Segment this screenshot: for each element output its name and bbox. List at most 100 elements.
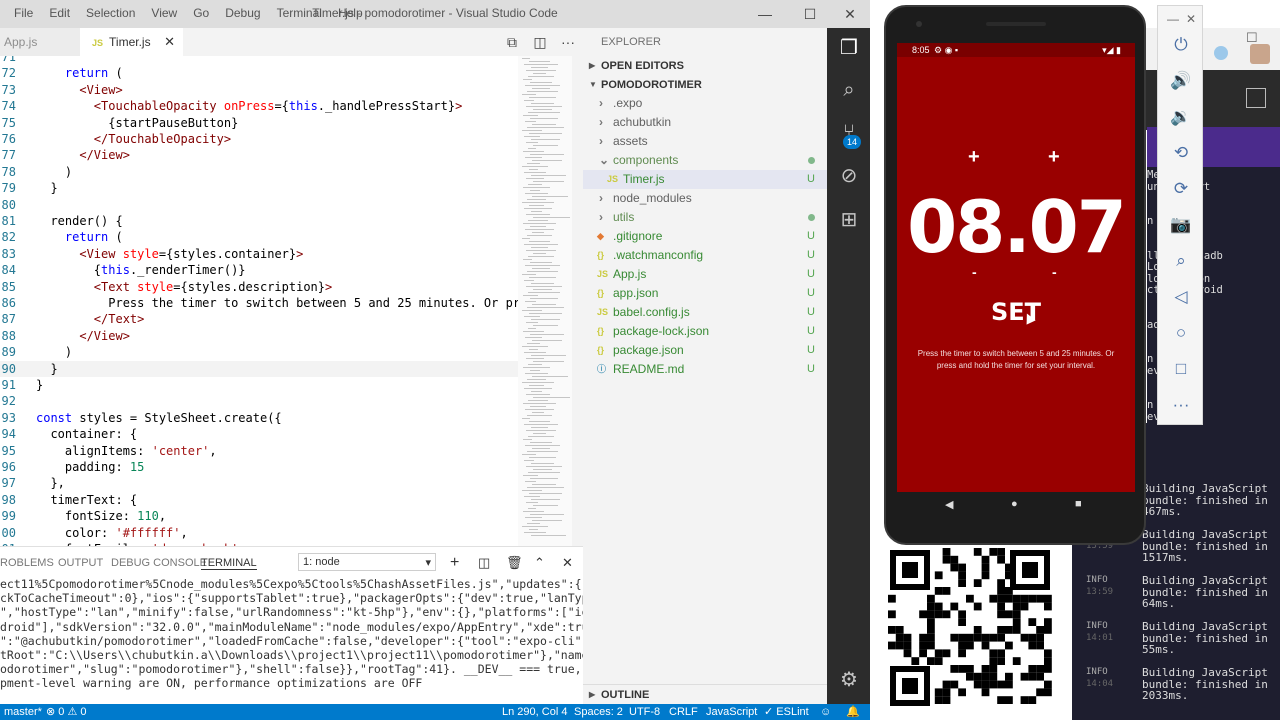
debug-icon[interactable]: ⊘ bbox=[837, 164, 861, 188]
code-line[interactable]: 79 } bbox=[0, 180, 572, 196]
back-icon[interactable]: ◁ bbox=[1170, 286, 1192, 308]
code-line[interactable]: 95 alignItems: 'center', bbox=[0, 443, 572, 459]
decrease-minutes-button[interactable]: - bbox=[972, 264, 977, 280]
extensions-icon[interactable]: ⊞ bbox=[837, 208, 861, 232]
explorer-item[interactable]: › assets bbox=[583, 132, 827, 151]
set-button[interactable]: SET bbox=[897, 298, 1135, 326]
volume-up-icon[interactable]: 🔊 bbox=[1170, 70, 1192, 92]
code-line[interactable]: 76 </TouchableOpacity> bbox=[0, 131, 572, 147]
branch-status[interactable]: master* bbox=[4, 704, 42, 720]
encoding-status[interactable]: UTF-8 bbox=[629, 704, 660, 720]
close-emulator-icon[interactable]: ✕ bbox=[1180, 8, 1202, 30]
code-line[interactable]: 98 timerText: { bbox=[0, 492, 572, 508]
smiley-icon[interactable]: ☺ bbox=[820, 704, 831, 720]
timer-display[interactable]: 08.07 bbox=[897, 185, 1135, 269]
explorer-item[interactable]: {} app.json U bbox=[583, 284, 827, 303]
menu-terminal[interactable]: Terminal bbox=[269, 6, 330, 20]
eol-status[interactable]: CRLF bbox=[669, 704, 698, 720]
code-line[interactable]: 86 Press the timer to switch between 5 a… bbox=[0, 295, 572, 311]
gear-icon[interactable]: ⚙ bbox=[837, 668, 861, 692]
code-line[interactable]: 74 <TouchableOpacity onPress={this._hand… bbox=[0, 98, 572, 114]
code-line[interactable]: 93 const styles = StyleSheet.create({ bbox=[0, 410, 572, 426]
code-line[interactable]: 91} bbox=[0, 377, 572, 393]
code-line[interactable]: 71 bbox=[0, 56, 572, 65]
code-line[interactable]: 84 {this._renderTimer()} bbox=[0, 262, 572, 278]
trash-icon[interactable]: 🗑 bbox=[506, 555, 523, 571]
zoom-icon[interactable]: ⌕ bbox=[1170, 250, 1192, 272]
code-line[interactable]: 73 <View> bbox=[0, 82, 572, 98]
home-icon[interactable]: ● bbox=[1011, 498, 1018, 510]
explorer-item[interactable]: JS Timer.js U bbox=[583, 170, 827, 189]
explorer-item[interactable]: › utils bbox=[583, 208, 827, 227]
code-line[interactable]: 99 fontSize: 110, bbox=[0, 508, 572, 524]
split-terminal-icon[interactable]: ◫ bbox=[478, 555, 490, 571]
code-line[interactable]: 88 </View> bbox=[0, 328, 572, 344]
code-line[interactable]: 78 ) bbox=[0, 164, 572, 180]
code-line[interactable]: 80 bbox=[0, 197, 572, 213]
code-line[interactable]: 82 return ( bbox=[0, 229, 572, 245]
code-line[interactable]: 83 <View style={styles.container}> bbox=[0, 246, 572, 262]
explorer-item[interactable]: ⌄ components bbox=[583, 151, 827, 170]
code-editor[interactable]: 71 72 return (73 <View> 74 <TouchableOpaci… bbox=[0, 56, 572, 546]
recents-icon[interactable]: ■ bbox=[1075, 498, 1082, 510]
code-line[interactable]: 96 padding: 15 bbox=[0, 459, 572, 475]
code-line[interactable]: 00 color: '#ffffff', bbox=[0, 525, 572, 541]
explorer-item[interactable]: {} .watchmanconfig U bbox=[583, 246, 827, 265]
code-line[interactable]: 72 return ( bbox=[0, 65, 572, 81]
menu-file[interactable]: File bbox=[0, 6, 41, 20]
overview-icon[interactable]: □ bbox=[1170, 358, 1192, 380]
indentation-status[interactable]: Spaces: 2 bbox=[574, 704, 623, 720]
code-line[interactable]: 87 </Text> bbox=[0, 311, 572, 327]
language-status[interactable]: JavaScript bbox=[706, 704, 757, 720]
editor-scrollbar[interactable] bbox=[572, 56, 583, 546]
skype-icon[interactable] bbox=[1214, 46, 1228, 60]
tab-problems[interactable]: ROBLEMS bbox=[0, 557, 54, 569]
tab-app-js[interactable]: App.js bbox=[0, 28, 80, 56]
close-window-icon[interactable]: ✕ bbox=[830, 0, 870, 28]
code-line[interactable]: 77 </View> bbox=[0, 147, 572, 163]
code-line[interactable]: 85 <Text style={styles.description}> bbox=[0, 279, 572, 295]
power-icon[interactable]: ⏻ bbox=[1170, 34, 1192, 56]
explorer-item[interactable]: › .expo bbox=[583, 94, 827, 113]
rotate-right-icon[interactable]: ⟳ bbox=[1170, 178, 1192, 200]
volume-down-icon[interactable]: 🔉 bbox=[1170, 106, 1192, 128]
explorer-item[interactable]: ◆ .gitignore U bbox=[583, 227, 827, 246]
maximize-icon[interactable]: ☐ bbox=[790, 0, 830, 28]
code-line[interactable]: 90 } bbox=[0, 360, 572, 377]
explorer-item[interactable]: ⓘ README.md U bbox=[583, 360, 827, 379]
terminal-select[interactable]: 1: node ▾ bbox=[298, 553, 436, 571]
chevron-up-icon[interactable]: ⌃ bbox=[534, 555, 545, 571]
explorer-item[interactable]: JS App.js U bbox=[583, 265, 827, 284]
rotate-left-icon[interactable]: ⟲ bbox=[1170, 142, 1192, 164]
menu-debug[interactable]: Debug bbox=[217, 6, 268, 20]
open-editors-section[interactable]: ▶ OPEN EDITORS bbox=[583, 56, 827, 76]
project-section[interactable]: ▼ POMODOROTIMER bbox=[583, 75, 827, 95]
code-line[interactable]: 81 render() { bbox=[0, 213, 572, 229]
add-terminal-icon[interactable]: + bbox=[450, 554, 459, 572]
cursor-position[interactable]: Ln 290, Col 4 bbox=[502, 704, 567, 720]
tab-timer-js[interactable]: JS Timer.js ✕ bbox=[80, 28, 183, 56]
minimize-icon[interactable]: — bbox=[745, 0, 785, 28]
eslint-status[interactable]: ✓ ESLint bbox=[764, 704, 809, 720]
menu-go[interactable]: Go bbox=[185, 6, 217, 20]
code-line[interactable]: 92 bbox=[0, 393, 572, 409]
back-icon[interactable]: ◀ bbox=[945, 498, 953, 511]
code-line[interactable]: 89 ) bbox=[0, 344, 572, 360]
explorer-item[interactable]: {} package-lock.json U bbox=[583, 322, 827, 341]
open-changes-icon[interactable]: ⧉ bbox=[504, 34, 520, 50]
screenshot-icon[interactable]: 📷 bbox=[1170, 214, 1192, 236]
code-line[interactable]: 94 container: { bbox=[0, 426, 572, 442]
menu-view[interactable]: View bbox=[143, 6, 185, 20]
problems-status[interactable]: ⊗ 0 ⚠ 0 bbox=[46, 704, 86, 720]
increase-minutes-button[interactable]: + bbox=[968, 146, 980, 169]
search-icon[interactable]: ⌕ bbox=[837, 78, 861, 102]
tab-output[interactable]: OUTPUT bbox=[58, 557, 103, 569]
menu-help[interactable]: Help bbox=[330, 6, 371, 20]
decrease-seconds-button[interactable]: - bbox=[1052, 264, 1057, 280]
minimap[interactable] bbox=[518, 56, 572, 546]
close-panel-icon[interactable]: ✕ bbox=[562, 555, 573, 571]
split-editor-icon[interactable]: ◫ bbox=[532, 34, 548, 50]
files-icon[interactable]: ❐ bbox=[837, 36, 861, 60]
outline-section[interactable]: ▶ OUTLINE bbox=[583, 684, 827, 704]
explorer-item[interactable]: › node_modules bbox=[583, 189, 827, 208]
